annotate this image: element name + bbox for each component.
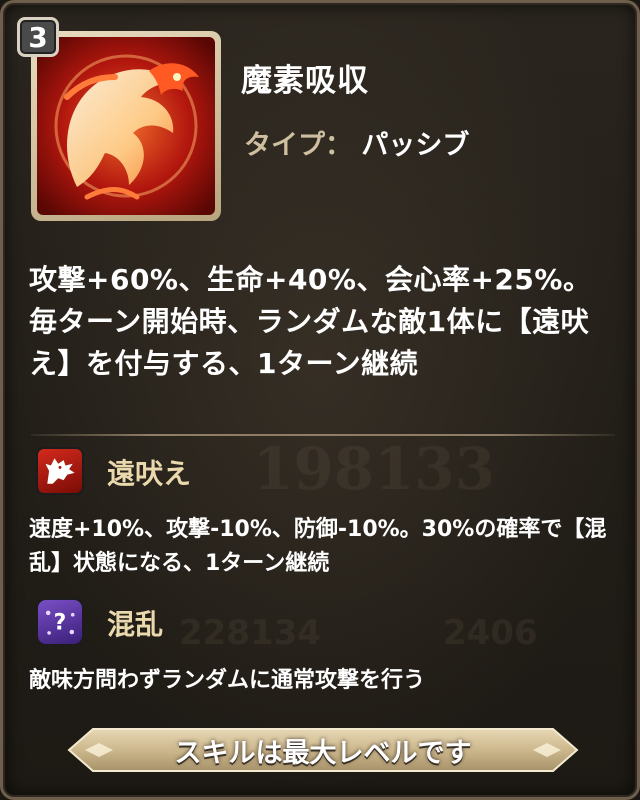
max-level-text: スキルは最大レベルです — [174, 737, 472, 769]
background-power-value: 198133 — [253, 435, 496, 503]
confusion-icon: ? — [36, 598, 84, 646]
svg-text:?: ? — [54, 610, 67, 635]
skill-type-value: パッシブ — [361, 130, 470, 161]
skill-description: 攻撃+60%、生命+40%、会心率+25%。毎ターン開始時、ランダムな敵1体に【… — [29, 263, 592, 380]
skill-type-row: タイプ： パッシブ — [244, 123, 469, 162]
skill-name: 魔素吸収 — [241, 63, 369, 99]
effect-description-confusion: 敵味方問わずランダムに通常攻撃を行う — [29, 668, 426, 693]
background-stat-a: 228134 — [179, 613, 321, 653]
max-level-banner: スキルは最大レベルです — [65, 725, 581, 775]
skill-level-badge: 3 — [17, 17, 59, 57]
skill-detail-panel: 198133 228134 2406 3 魔素吸収 タイプ： パッシブ 攻撃+6… — [0, 0, 640, 800]
effect-name-confusion: 混乱 — [107, 608, 164, 641]
flame-dragon-icon — [37, 37, 215, 215]
section-divider — [31, 434, 615, 436]
effect-name-howl: 遠吠え — [107, 457, 192, 490]
background-stat-b: 2406 — [443, 613, 538, 653]
wolf-howl-icon — [36, 447, 84, 495]
skill-type-label: タイプ： — [244, 130, 352, 161]
skill-icon-frame — [31, 31, 221, 221]
effect-description-howl: 速度+10%、攻撃-10%、防御-10%。30%の確率で【混乱】状態になる、1タ… — [29, 517, 607, 576]
